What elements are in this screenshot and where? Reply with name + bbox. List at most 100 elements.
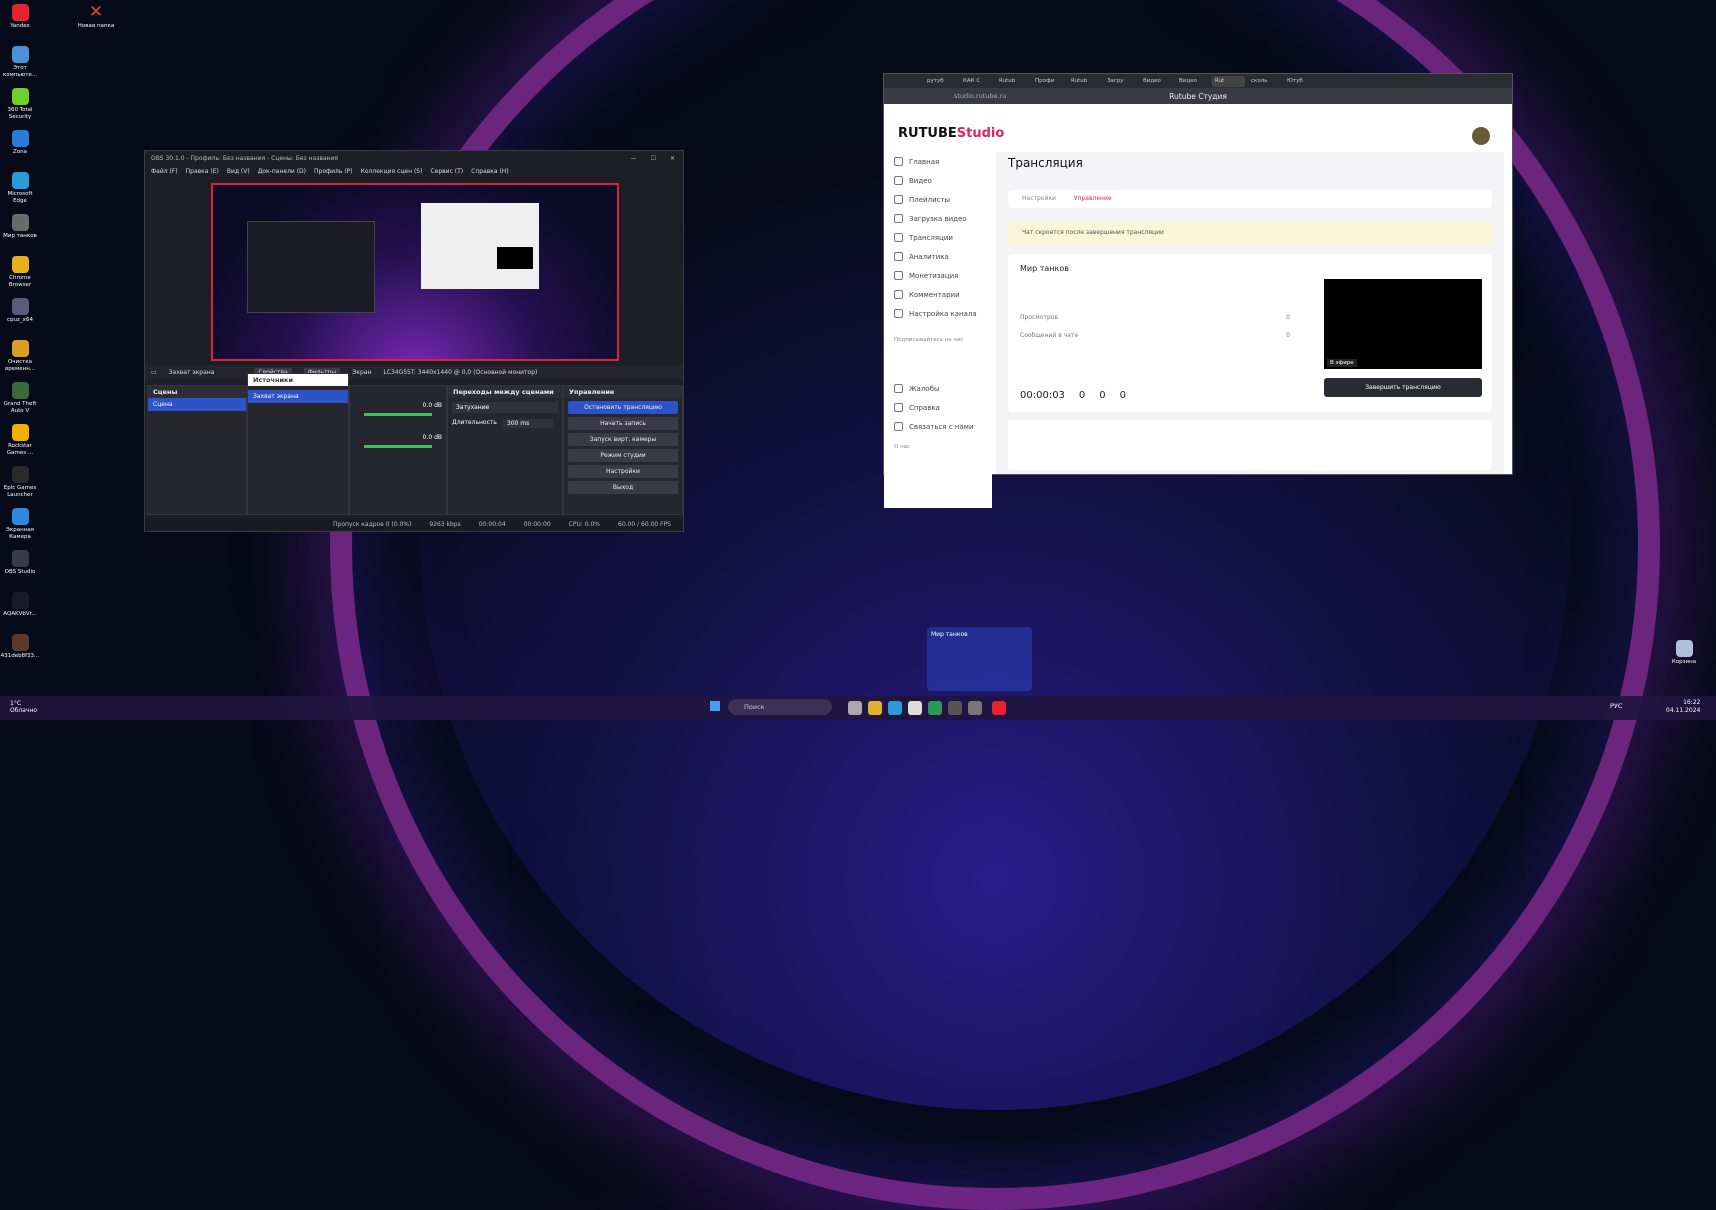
end-stream-button[interactable]: Завершить трансляцию [1324, 378, 1482, 397]
rec-time: 00:00:00 [523, 521, 551, 528]
search-box[interactable]: Поиск [728, 699, 832, 715]
weather-widget[interactable]: 1°C Облачно [10, 700, 37, 714]
sidebar-item[interactable]: Главная [884, 152, 992, 171]
browser-tab[interactable]: Профи [1032, 76, 1065, 87]
browser-tab[interactable]: КАК С [960, 76, 993, 87]
language-indicator[interactable]: РУС [1610, 702, 1622, 710]
browser-tab[interactable]: сколь [1248, 76, 1281, 87]
sidebar-item[interactable]: Связаться с нами [884, 417, 992, 436]
desktop-icon[interactable]: AQAKVbVr... [0, 592, 40, 618]
obs-titlebar[interactable]: OBS 30.1.0 - Профиль: Без названия - Сце… [145, 151, 683, 165]
browser-tab[interactable]: Rut [1212, 75, 1245, 87]
taskbar-preview[interactable]: Мир танков [927, 627, 1032, 691]
rutube-logo[interactable]: RUTUBEStudio [898, 126, 1004, 141]
browser-tab[interactable]: рутуб [924, 76, 957, 87]
desktop-icon[interactable]: Yandex [0, 4, 40, 30]
browser-tab[interactable]: Загру [1104, 76, 1137, 87]
whatsapp-icon[interactable] [928, 701, 942, 715]
desktop-icon[interactable]: Мир танков [0, 214, 40, 240]
explorer-icon[interactable] [868, 701, 882, 715]
avatar[interactable] [1472, 127, 1490, 145]
browser-tab[interactable]: Rutub [996, 76, 1029, 87]
studio-mode-button[interactable]: Режим студии [568, 449, 678, 462]
start-icon[interactable] [710, 701, 720, 711]
browser-tab[interactable]: Ютуб [1284, 76, 1317, 87]
menu-item[interactable]: Файл (F) [151, 168, 178, 175]
desktop-icon[interactable]: Chrome Browser [0, 256, 40, 289]
minimize-icon[interactable]: — [631, 155, 637, 162]
edge-icon[interactable] [888, 701, 902, 715]
sidebar-item[interactable]: Плейлисты [884, 190, 992, 209]
scene-item[interactable]: Сцена [148, 398, 246, 411]
address-bar[interactable]: studio.rutube.ru Rutube Студия [884, 88, 1512, 104]
menu-item[interactable]: Сервис (T) [430, 168, 463, 175]
sidebar-item[interactable]: Монетизация [884, 266, 992, 285]
tab-manage[interactable]: Управление [1074, 195, 1112, 203]
game-icon[interactable] [968, 701, 982, 715]
sidebar-item[interactable]: Аналитика [884, 247, 992, 266]
app-icon [11, 340, 29, 357]
yandex-icon[interactable] [992, 701, 1006, 715]
sidebar-item[interactable]: Видео [884, 171, 992, 190]
obs-preview[interactable] [211, 183, 619, 361]
menu-item[interactable]: Профиль (P) [314, 168, 353, 175]
desktop-icon[interactable]: OBS Studio [0, 550, 40, 576]
desktop-icon[interactable]: Этот компьюте... [0, 46, 40, 79]
sidebar-item[interactable]: Комментарии [884, 285, 992, 304]
source-item[interactable]: Захват экрана [248, 390, 348, 403]
menu-item[interactable]: Док-панели (D) [258, 168, 306, 175]
stream-name: Мир танков [1020, 264, 1069, 273]
desktop-icon-label: Экранная Камера [6, 527, 34, 540]
obs-window[interactable]: OBS 30.1.0 - Профиль: Без названия - Сце… [144, 150, 684, 532]
desktop-icon[interactable]: Zona [0, 130, 40, 156]
menu-item[interactable]: Справка (H) [471, 168, 509, 175]
mixer-slider-2[interactable] [364, 445, 432, 448]
about-label[interactable]: О нас [884, 436, 992, 458]
obs-statusbar: Пропуск кадров 0 (0.0%) 9263 kbps 00:00:… [145, 518, 683, 531]
browser-window[interactable]: рутуб КАК С Rutub Профи Rutub Загру Видео Видео… [883, 73, 1513, 508]
maximize-icon[interactable]: ☐ [651, 155, 656, 162]
app-icon [11, 424, 29, 441]
screen-select[interactable]: LC34G55T: 3440x1440 @ 0,0 (Основной мони… [383, 369, 537, 376]
stop-stream-button[interactable]: Остановить трансляцию [568, 401, 678, 414]
start-recording-button[interactable]: Начать запись [568, 417, 678, 430]
browser-tab[interactable]: Видео [1176, 76, 1209, 87]
duration-input[interactable]: 300 ms [502, 419, 553, 428]
chat-value: 0 [1286, 332, 1290, 339]
sidebar-item[interactable]: Трансляции [884, 228, 992, 247]
clock[interactable]: 16:22 04.11.2024 [1666, 699, 1700, 715]
desktop-icon[interactable]: Epic Games Launcher [0, 466, 40, 499]
close-icon[interactable]: ✕ [670, 155, 675, 162]
transition-select[interactable]: Затухание [452, 402, 558, 413]
tab-settings[interactable]: Настройки [1022, 195, 1056, 203]
browser-tab[interactable]: Видео [1140, 76, 1173, 87]
desktop-icon[interactable]: cpuz_x64 [0, 298, 40, 324]
exit-button[interactable]: Выход [568, 481, 678, 494]
virtual-camera-button[interactable]: Запуск вирт. камеры [568, 433, 678, 446]
subscribe-label: Подписывайтесь на нас [894, 337, 964, 343]
desktop-icon[interactable]: Grand Theft Auto V [0, 382, 40, 415]
desktop-folder[interactable]: ✕ Новая папка [76, 4, 116, 30]
recycle-bin[interactable]: Корзина [1664, 640, 1704, 666]
obs-taskbar-icon[interactable] [948, 701, 962, 715]
browser-tab[interactable]: Rutub [1068, 76, 1101, 87]
sidebar-item[interactable]: Загрузка видео [884, 209, 992, 228]
menu-item[interactable]: Коллекция сцен (S) [361, 168, 423, 175]
store-icon[interactable] [908, 701, 922, 715]
desktop-icon[interactable]: Очистка временн... [0, 340, 40, 373]
task-view-icon[interactable] [848, 701, 862, 715]
sidebar-item[interactable]: Настройка канала [884, 304, 992, 323]
sidebar-item[interactable]: Жалобы [884, 379, 992, 398]
settings-button[interactable]: Настройки [568, 465, 678, 478]
sidebar-item[interactable]: Справка [884, 398, 992, 417]
desktop-icon[interactable]: 431deb8f33... [0, 634, 40, 660]
desktop-icon[interactable]: 360 Total Security [0, 88, 40, 121]
stream-player[interactable]: В эфире [1324, 279, 1482, 369]
mixer-slider-1[interactable] [364, 413, 432, 416]
menu-item[interactable]: Вид (V) [227, 168, 250, 175]
desktop-icon[interactable]: Экранная Камера [0, 508, 40, 541]
desktop-icon[interactable]: Rockstar Games ... [0, 424, 40, 457]
taskbar: 1°C Облачно Поиск РУС 16:22 04.11.2024 [0, 696, 1716, 720]
desktop-icon[interactable]: Microsoft Edge [0, 172, 40, 205]
menu-item[interactable]: Правка (E) [186, 168, 219, 175]
